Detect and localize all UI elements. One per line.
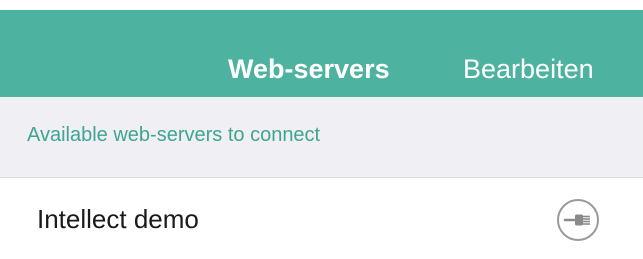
section-header: Available web-servers to connect bbox=[0, 97, 643, 178]
connect-button[interactable] bbox=[556, 198, 600, 242]
plug-connect-icon bbox=[556, 198, 600, 242]
nav-title: Web-servers bbox=[228, 54, 390, 84]
server-row[interactable]: Intellect demo bbox=[0, 178, 643, 259]
app-screen: Web-servers Bearbeiten Available web-ser… bbox=[0, 0, 643, 259]
section-header-label: Available web-servers to connect bbox=[27, 124, 321, 146]
top-strip bbox=[0, 0, 643, 10]
navigation-bar: Web-servers Bearbeiten bbox=[0, 10, 643, 97]
edit-button[interactable]: Bearbeiten bbox=[463, 49, 594, 89]
server-name: Intellect demo bbox=[37, 204, 199, 234]
